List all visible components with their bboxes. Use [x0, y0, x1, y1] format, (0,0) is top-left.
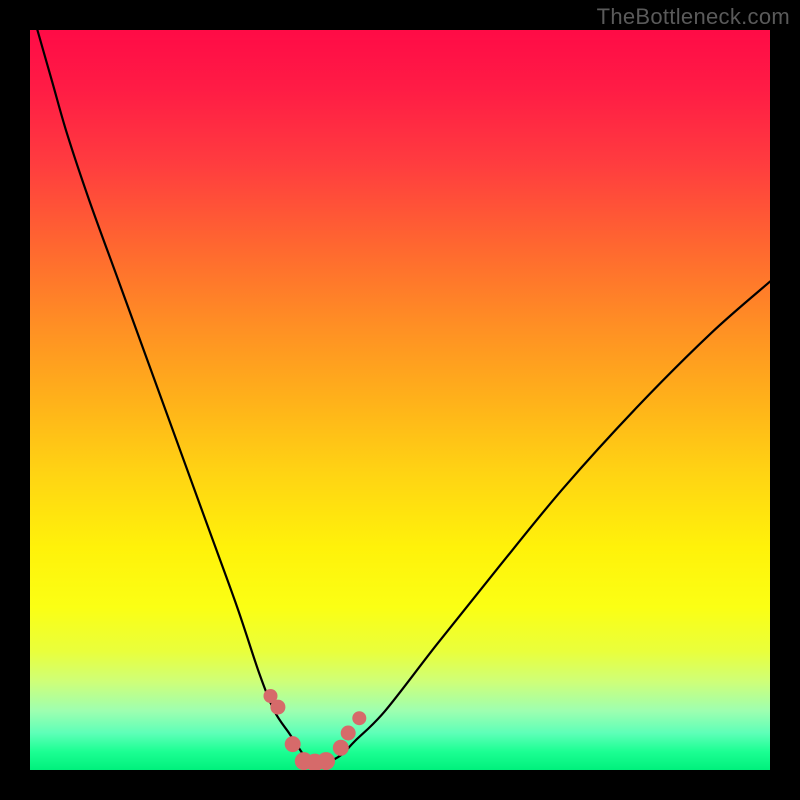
marker-group: [264, 689, 367, 770]
bottleneck-curve: [37, 30, 770, 763]
curve-layer: [30, 30, 770, 770]
watermark-text: TheBottleneck.com: [597, 4, 790, 30]
marker-dot: [333, 740, 349, 756]
chart-frame: TheBottleneck.com: [0, 0, 800, 800]
marker-dot: [317, 752, 335, 770]
marker-dot: [341, 726, 356, 741]
marker-dot: [352, 711, 366, 725]
marker-dot: [270, 700, 285, 715]
marker-dot: [285, 736, 301, 752]
plot-area: [30, 30, 770, 770]
